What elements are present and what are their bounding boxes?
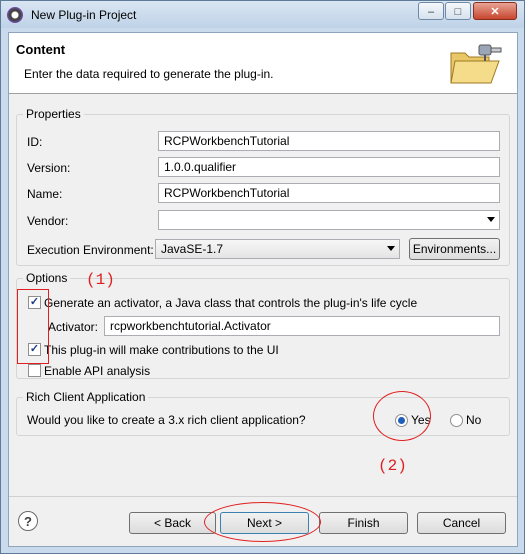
title-bar[interactable]: New Plug-in Project ‒ □ ✕ xyxy=(1,1,524,28)
minimize-button[interactable]: ‒ xyxy=(418,2,444,20)
no-radio[interactable] xyxy=(450,414,463,427)
no-label: No xyxy=(466,413,482,427)
folder-plug-icon xyxy=(450,44,502,84)
id-label: ID: xyxy=(27,135,43,149)
annotation-1-box xyxy=(17,289,49,364)
environments-button[interactable]: Environments... xyxy=(409,238,500,260)
dialog-client-area: Content Enter the data required to gener… xyxy=(8,32,518,547)
annotation-2: (2) xyxy=(378,457,407,475)
page-title: Content xyxy=(16,42,66,57)
annotation-1: (1) xyxy=(86,271,115,289)
chevron-down-icon xyxy=(387,246,395,251)
vendor-combo[interactable] xyxy=(158,210,500,230)
rca-question: Would you like to create a 3.x rich clie… xyxy=(27,413,306,427)
generate-activator-label: Generate an activator, a Java class that… xyxy=(44,296,418,310)
vendor-label: Vendor: xyxy=(27,214,69,228)
annotation-2-ellipse xyxy=(373,391,431,441)
finish-button[interactable]: Finish xyxy=(319,512,408,534)
name-label: Name: xyxy=(27,187,63,201)
api-analysis-label: Enable API analysis xyxy=(44,364,151,378)
eclipse-icon xyxy=(7,7,23,23)
maximize-button[interactable]: □ xyxy=(445,2,471,20)
activator-label: Activator: xyxy=(48,320,99,334)
window-title: New Plug-in Project xyxy=(31,8,137,22)
wizard-header: Content Enter the data required to gener… xyxy=(9,33,517,94)
close-button[interactable]: ✕ xyxy=(473,2,517,20)
next-button-highlight xyxy=(204,502,321,542)
dialog-window: New Plug-in Project ‒ □ ✕ Content Enter … xyxy=(0,0,525,554)
properties-legend: Properties xyxy=(26,107,81,121)
activator-field[interactable]: rcpworkbenchtutorial.Activator xyxy=(104,316,500,336)
id-field[interactable]: RCPWorkbenchTutorial xyxy=(158,131,500,151)
page-description: Enter the data required to generate the … xyxy=(24,67,274,81)
name-field[interactable]: RCPWorkbenchTutorial xyxy=(158,183,500,203)
api-analysis-checkbox[interactable] xyxy=(28,364,41,377)
ui-contrib-label: This plug-in will make contributions to … xyxy=(44,343,279,357)
button-bar-separator xyxy=(9,496,517,497)
exec-env-label: Execution Environment: xyxy=(27,243,154,257)
version-field[interactable]: 1.0.0.qualifier xyxy=(158,157,500,177)
cancel-button[interactable]: Cancel xyxy=(417,512,506,534)
exec-env-combo[interactable]: JavaSE-1.7 xyxy=(155,239,400,259)
chevron-down-icon xyxy=(487,217,495,222)
back-button[interactable]: < Back xyxy=(129,512,216,534)
exec-env-value: JavaSE-1.7 xyxy=(161,242,224,256)
version-label: Version: xyxy=(27,161,71,175)
rca-legend: Rich Client Application xyxy=(26,390,146,404)
options-legend: Options xyxy=(26,271,68,285)
help-icon[interactable]: ? xyxy=(18,511,38,531)
